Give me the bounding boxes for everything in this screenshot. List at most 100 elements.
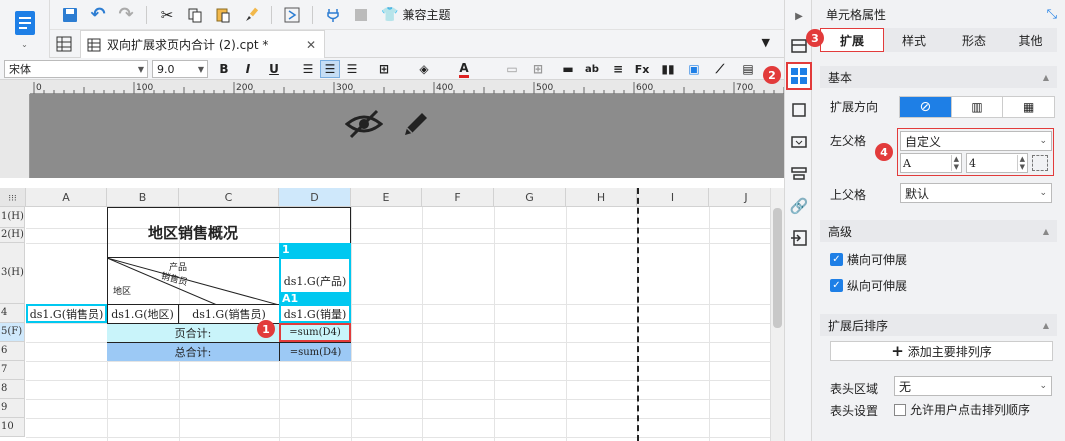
unmerge-button[interactable]: ⊞ [528, 60, 548, 78]
grand-total-formula-cell[interactable]: =sum(D4) [279, 342, 351, 361]
add-sort-button[interactable]: + 添加主要排列序 [830, 341, 1053, 361]
cell-a4[interactable]: ds1.G(销售员) [26, 304, 107, 323]
align-center-button[interactable]: ☰ [320, 60, 340, 78]
bold-button[interactable]: B [214, 60, 234, 78]
collapse-panel-button[interactable]: ▶ [785, 2, 813, 30]
select-all-corner[interactable]: ⁝⁝⁝ [0, 188, 26, 207]
italic-button[interactable]: I [238, 60, 258, 78]
collapse-arrow-icon[interactable]: ⤡ [1047, 7, 1057, 22]
font-size-select[interactable]: 9.0 ▼ [152, 60, 208, 78]
tab-menu-icon[interactable]: ▼ [762, 36, 770, 49]
row-header-8[interactable]: 8 [0, 380, 25, 399]
condition-button[interactable] [785, 128, 813, 156]
paste-button[interactable] [211, 3, 235, 27]
left-parent-column-input[interactable]: A ▲ ▼ [900, 153, 962, 173]
tab-document[interactable]: 双向扩展求页内合计 (2).cpt * ✕ [80, 30, 325, 58]
column-header-e[interactable]: E [351, 188, 422, 207]
import-button[interactable] [785, 224, 813, 252]
section-sort[interactable]: 扩展后排序 ▲ [820, 314, 1057, 336]
column-header-d[interactable]: D [279, 188, 351, 207]
vertical-expand-option[interactable]: ▥ [950, 97, 1003, 117]
data-column-button[interactable] [785, 160, 813, 188]
slash-button[interactable]: ⟋ [710, 60, 730, 78]
row-header-5[interactable]: 5(F) [0, 323, 25, 342]
horizontal-expand-option[interactable]: ▦ [1002, 97, 1054, 117]
row-header-3[interactable]: 3(H) [0, 243, 25, 304]
column-header-i[interactable]: I [637, 188, 709, 207]
theme-button[interactable]: 👕 兼容主题 [377, 3, 454, 27]
header-area-select[interactable]: 无 ⌄ [894, 376, 1052, 396]
row-header-1[interactable]: 1(H) [0, 207, 25, 228]
column-header-b[interactable]: B [107, 188, 179, 207]
border-button[interactable]: ⊞ [374, 60, 394, 78]
widget-button[interactable] [785, 96, 813, 124]
tab-other[interactable]: 其他 [1004, 28, 1057, 52]
fill-color-button[interactable]: ◈ [414, 60, 434, 78]
cut-button[interactable]: ✂ [155, 3, 179, 27]
cell-b4[interactable]: ds1.G(地区) [107, 304, 179, 323]
hyperlink-button[interactable]: 🔗 [785, 192, 813, 220]
pencil-icon[interactable] [400, 108, 432, 143]
column-header-f[interactable]: F [422, 188, 494, 207]
column-header-g[interactable]: G [494, 188, 566, 207]
tab-form[interactable]: 形态 [944, 28, 1004, 52]
cell-picker-icon[interactable] [1032, 155, 1048, 171]
font-family-select[interactable]: 宋体 ▼ [4, 60, 148, 78]
spinner-icon[interactable]: ▲ ▼ [950, 155, 961, 171]
horizontal-expand-checkbox[interactable]: ✓ 横向可伸展 [830, 251, 907, 268]
column-header-h[interactable]: H [566, 188, 637, 207]
cell-attributes-button[interactable] [786, 62, 812, 90]
app-logo[interactable]: ⌄ [0, 0, 50, 58]
spinner-icon[interactable]: ▲ ▼ [1016, 155, 1027, 171]
no-expand-option[interactable]: ⊘ [900, 97, 951, 117]
hidden-eye-icon[interactable] [344, 108, 384, 143]
vertical-scrollbar[interactable] [770, 188, 784, 441]
insert-row-button[interactable]: ▬ [558, 60, 578, 78]
save-button[interactable] [58, 3, 82, 27]
font-color-button[interactable]: A [454, 60, 474, 78]
section-basic[interactable]: 基本 ▲ [820, 66, 1057, 88]
vertical-expand-checkbox[interactable]: ✓ 纵向可伸展 [830, 277, 907, 294]
text-button[interactable]: ab [582, 60, 602, 78]
insert-image-button[interactable]: ▣ [684, 60, 704, 78]
page-total-label[interactable]: 页合计: [107, 323, 279, 342]
row-header-4[interactable]: 4 [0, 304, 25, 323]
top-parent-select[interactable]: 默认 ⌄ [900, 183, 1052, 203]
report-title[interactable]: 地区销售概况 [107, 207, 279, 257]
grid-view-icon[interactable] [56, 36, 72, 55]
sub-report-button[interactable]: ▤ [738, 60, 758, 78]
underline-button[interactable]: U [264, 60, 284, 78]
grand-total-label[interactable]: 总合计: [107, 342, 279, 361]
plugin-button[interactable] [321, 3, 345, 27]
close-icon[interactable]: ✕ [306, 38, 316, 52]
image-button[interactable] [349, 3, 373, 27]
left-parent-select[interactable]: 自定义 ⌄ [900, 131, 1052, 151]
align-left-button[interactable]: ☰ [298, 60, 318, 78]
allow-click-sort-checkbox[interactable]: 允许用户点击排列顺序 [894, 401, 1030, 418]
formula-button[interactable]: Fx [632, 60, 652, 78]
row-header-7[interactable]: 7 [0, 361, 25, 380]
undo-button[interactable]: ↶ [86, 3, 110, 27]
spreadsheet-grid[interactable]: ⁝⁝⁝ ABCDEFGHIJ 1(H) 2(H) 3(H) 4 5(F) 6 7 8 9 10 地… [0, 188, 784, 441]
column-header-a[interactable]: A [26, 188, 107, 207]
copy-button[interactable] [183, 3, 207, 27]
rich-text-button[interactable]: ≡ [608, 60, 628, 78]
merge-button[interactable]: ▭ [502, 60, 522, 78]
align-right-button[interactable]: ☰ [342, 60, 362, 78]
row-header-6[interactable]: 6 [0, 342, 25, 361]
row-header-2[interactable]: 2(H) [0, 228, 25, 243]
section-advanced[interactable]: 高级 ▲ [820, 220, 1057, 242]
tab-expand[interactable]: 扩展 [820, 28, 884, 52]
redo-button[interactable]: ↷ [114, 3, 138, 27]
row-header-10[interactable]: 10 [0, 418, 25, 437]
diagonal-header-cell[interactable]: 产品 销售员 地区 [107, 257, 279, 305]
tab-style[interactable]: 样式 [884, 28, 944, 52]
page-total-formula-cell[interactable]: =sum(D4) [279, 323, 351, 342]
chart-button[interactable]: ▮▮ [658, 60, 678, 78]
column-header-c[interactable]: C [179, 188, 279, 207]
format-painter-button[interactable] [239, 3, 263, 27]
left-parent-row-input[interactable]: 4 ▲ ▼ [966, 153, 1028, 173]
row-header-9[interactable]: 9 [0, 399, 25, 418]
scrollbar-thumb[interactable] [773, 208, 782, 328]
cell-d4[interactable]: ds1.G(销量) [279, 304, 351, 323]
